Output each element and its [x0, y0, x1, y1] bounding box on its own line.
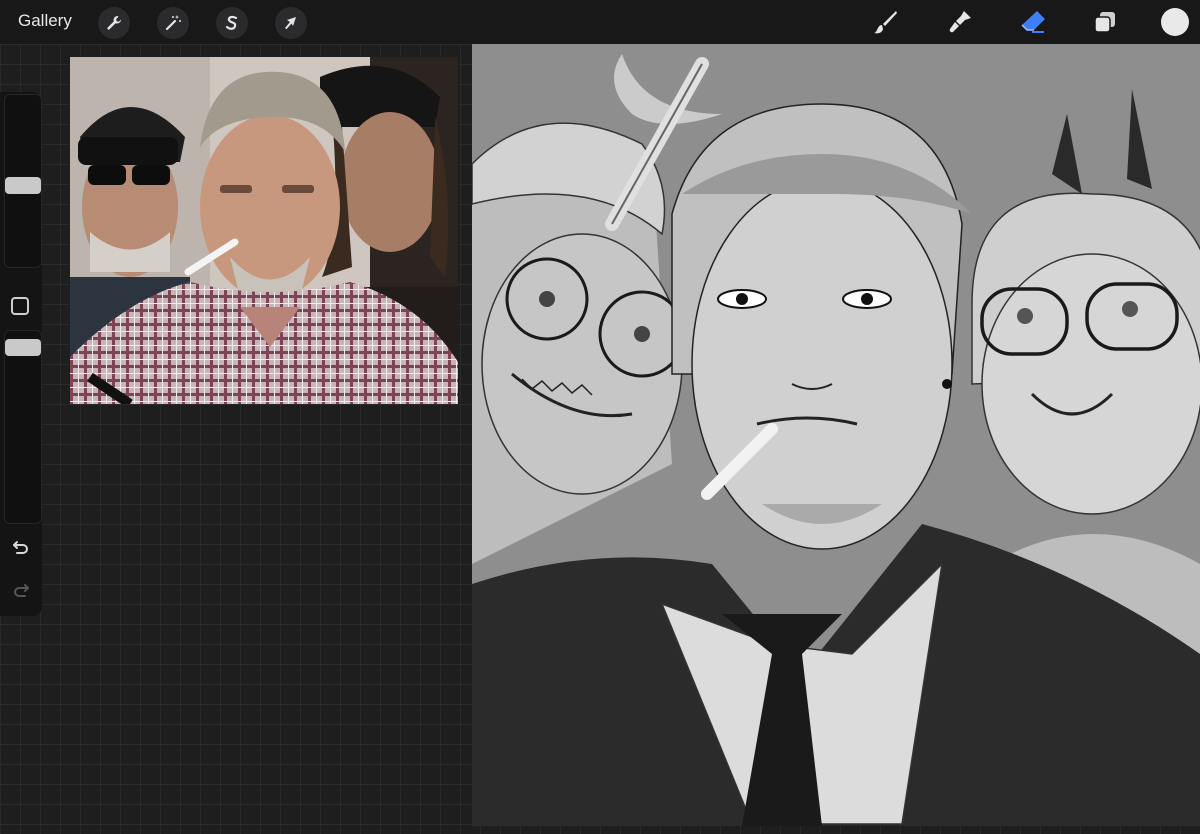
- wrench-icon[interactable]: [98, 7, 130, 39]
- top-toolbar: Gallery: [0, 0, 1200, 44]
- reference-photo[interactable]: [70, 57, 458, 404]
- modify-square-icon[interactable]: [11, 297, 29, 315]
- magic-wand-icon[interactable]: [157, 7, 189, 39]
- undo-icon[interactable]: [9, 536, 33, 560]
- selection-s-icon[interactable]: [216, 7, 248, 39]
- color-picker-swatch[interactable]: [1161, 8, 1189, 36]
- brush-size-slider[interactable]: [4, 94, 42, 268]
- opacity-thumb[interactable]: [5, 339, 41, 356]
- brush-size-thumb[interactable]: [5, 177, 41, 194]
- layers-icon[interactable]: [1089, 6, 1121, 38]
- transform-arrow-icon[interactable]: [275, 7, 307, 39]
- left-sidebar: [0, 92, 42, 616]
- gallery-button[interactable]: Gallery: [18, 11, 72, 31]
- drawing-canvas[interactable]: [472, 44, 1200, 826]
- redo-icon[interactable]: [9, 579, 33, 603]
- brush-icon[interactable]: [870, 6, 902, 38]
- eraser-icon[interactable]: [1017, 6, 1049, 38]
- opacity-slider[interactable]: [4, 330, 42, 524]
- smudge-icon[interactable]: [944, 6, 976, 38]
